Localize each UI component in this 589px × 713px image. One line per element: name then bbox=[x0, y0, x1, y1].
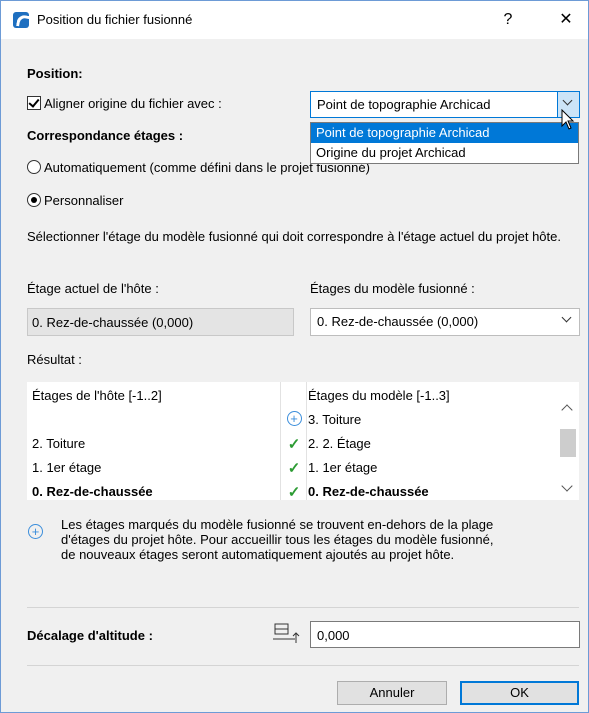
table-row[interactable]: + 3. Toiture bbox=[27, 408, 557, 432]
info-text-line: de nouveaux étages seront automatiquemen… bbox=[61, 547, 455, 562]
help-button[interactable]: ? bbox=[488, 5, 528, 35]
scroll-up-icon[interactable] bbox=[561, 404, 573, 416]
model-column-header: Étages du modèle [-1..3] bbox=[308, 388, 450, 403]
plus-circle-icon: + bbox=[282, 411, 306, 426]
table-row[interactable]: 2. Toiture ✓ 2. 2. Étage bbox=[27, 432, 557, 456]
align-origin-dropdown-list[interactable]: Point de topographie Archicad Origine du… bbox=[310, 122, 579, 164]
elevation-offset-label: Décalage d'altitude : bbox=[27, 628, 153, 643]
table-row[interactable]: 1. 1er étage ✓ 1. 1er étage bbox=[27, 456, 557, 480]
table-row[interactable]: 0. Rez-de-chaussée ✓ 0. Rez-de-chaussée bbox=[27, 480, 557, 500]
scroll-thumb[interactable] bbox=[560, 429, 576, 457]
chevron-down-icon[interactable] bbox=[557, 309, 579, 335]
dropdown-option-survey-point[interactable]: Point de topographie Archicad bbox=[311, 123, 578, 143]
merged-story-label: Étages du modèle fusionné : bbox=[310, 281, 475, 296]
align-origin-checkbox[interactable] bbox=[27, 96, 41, 110]
auto-radio[interactable] bbox=[27, 160, 41, 174]
host-story-cell: 1. 1er étage bbox=[32, 460, 102, 475]
elevation-offset-value: 0,000 bbox=[317, 628, 350, 643]
story-description: Sélectionner l'étage du modèle fusionné … bbox=[27, 229, 561, 244]
model-story-cell: 3. Toiture bbox=[308, 412, 362, 427]
elevation-offset-icon bbox=[273, 623, 300, 643]
result-header-row: Étages de l'hôte [-1..2] Étages du modèl… bbox=[27, 384, 557, 408]
dropdown-option-project-origin[interactable]: Origine du projet Archicad bbox=[311, 143, 578, 163]
host-story-field: 0. Rez-de-chaussée (0,000) bbox=[27, 308, 294, 336]
host-story-value: 0. Rez-de-chaussée (0,000) bbox=[32, 315, 194, 330]
position-section-label: Position: bbox=[27, 66, 83, 81]
model-story-cell: 2. 2. Étage bbox=[308, 436, 371, 451]
cancel-button[interactable]: Annuler bbox=[337, 681, 447, 705]
title-bar: Position du fichier fusionné ? ✕ bbox=[1, 1, 588, 39]
align-origin-label: Aligner origine du fichier avec : bbox=[44, 96, 222, 111]
story-matching-label: Correspondance étages : bbox=[27, 128, 184, 143]
align-origin-select-value: Point de topographie Archicad bbox=[317, 97, 491, 112]
scroll-down-icon[interactable] bbox=[561, 480, 573, 492]
custom-radio[interactable] bbox=[27, 193, 41, 207]
result-scrollbar[interactable] bbox=[557, 382, 579, 500]
mouse-cursor-icon bbox=[561, 109, 575, 130]
divider bbox=[27, 665, 579, 666]
checkmark-icon: ✓ bbox=[287, 484, 301, 500]
result-table: Étages de l'hôte [-1..2] Étages du modèl… bbox=[27, 382, 579, 500]
archicad-app-icon bbox=[13, 12, 29, 28]
info-text: Les étages marqués du modèle fusionné se… bbox=[61, 517, 493, 562]
elevation-offset-input[interactable]: 0,000 bbox=[310, 621, 580, 648]
model-story-cell: 0. Rez-de-chaussée bbox=[308, 484, 429, 499]
merged-story-select-value: 0. Rez-de-chaussée (0,000) bbox=[317, 314, 479, 329]
checkmark-icon: ✓ bbox=[287, 436, 301, 453]
checkmark-icon: ✓ bbox=[287, 460, 301, 477]
host-story-cell: 0. Rez-de-chaussée bbox=[32, 484, 153, 499]
custom-radio-label: Personnaliser bbox=[44, 193, 124, 208]
align-origin-select[interactable]: Point de topographie Archicad bbox=[310, 91, 580, 118]
info-text-line: d'étages du projet hôte. Pour accueillir… bbox=[61, 532, 494, 547]
host-story-label: Étage actuel de l'hôte : bbox=[27, 281, 159, 296]
info-plus-icon: + bbox=[28, 524, 43, 539]
merged-story-select[interactable]: 0. Rez-de-chaussée (0,000) bbox=[310, 308, 580, 336]
host-story-cell: 2. Toiture bbox=[32, 436, 86, 451]
merge-position-dialog: Position du fichier fusionné ? ✕ Positio… bbox=[0, 0, 589, 713]
result-label: Résultat : bbox=[27, 352, 82, 367]
host-column-header: Étages de l'hôte [-1..2] bbox=[32, 388, 162, 403]
info-text-line: Les étages marqués du modèle fusionné se… bbox=[61, 517, 494, 532]
close-button[interactable]: ✕ bbox=[546, 5, 586, 35]
divider bbox=[27, 607, 579, 608]
model-story-cell: 1. 1er étage bbox=[308, 460, 378, 475]
ok-button[interactable]: OK bbox=[460, 681, 579, 705]
window-title: Position du fichier fusionné bbox=[37, 12, 193, 27]
